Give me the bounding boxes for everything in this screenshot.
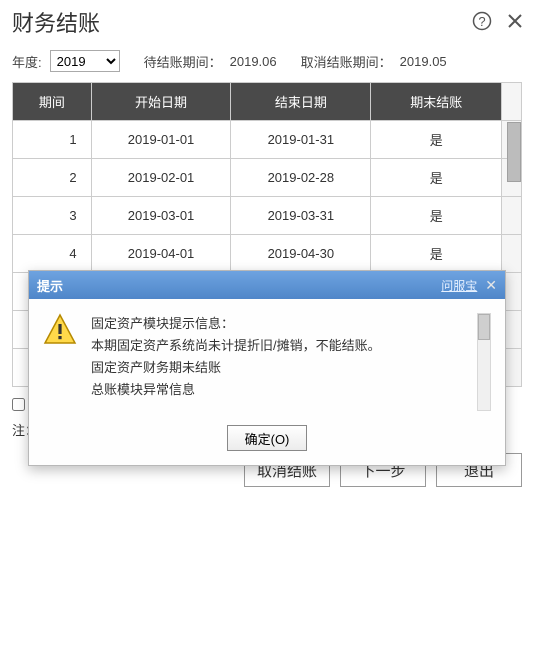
dialog-close-icon[interactable]: ✕ (485, 277, 497, 294)
cell-closed: 是 (371, 235, 502, 273)
cell-end: 2019-02-28 (231, 159, 371, 197)
pending-value: 2019.06 (230, 54, 277, 69)
table-row[interactable]: 12019-01-012019-01-31是 (13, 121, 522, 159)
dialog-scrollbar[interactable] (477, 313, 491, 411)
th-start: 开始日期 (91, 83, 231, 121)
auto-writeoff-checkbox[interactable] (12, 398, 25, 411)
cell-closed: 是 (371, 121, 502, 159)
cell-end: 2019-04-30 (231, 235, 371, 273)
dialog-title: 提示 (37, 276, 63, 295)
cell-end: 2019-01-31 (231, 121, 371, 159)
th-scrollbar (502, 83, 522, 121)
warning-icon (43, 313, 77, 347)
table-scrollbar-thumb[interactable] (507, 122, 521, 182)
window-header: 财务结账 ? (0, 0, 534, 42)
cell-start: 2019-04-01 (91, 235, 231, 273)
help-icon[interactable]: ? (472, 11, 492, 34)
th-closed: 期末结账 (371, 83, 502, 121)
prompt-dialog: 提示 问服宝 ✕ 固定资产模块提示信息： 本期固定资产系统尚未计提折旧/摊销，不… (28, 270, 506, 466)
window-title: 财务结账 (12, 6, 100, 38)
cell-end: 2019-03-31 (231, 197, 371, 235)
close-icon[interactable] (506, 12, 524, 33)
pending-label: 待结账期间： (144, 52, 222, 71)
cell-start: 2019-03-01 (91, 197, 231, 235)
params-bar: 年度: 2019 待结账期间： 2019.06 取消结账期间： 2019.05 (0, 42, 534, 82)
cell-period: 1 (13, 121, 92, 159)
year-label: 年度: (12, 52, 42, 71)
dialog-button-row: 确定(O) (29, 419, 505, 465)
cancel-period-label: 取消结账期间： (301, 52, 392, 71)
header-icons: ? (472, 11, 524, 34)
cell-closed: 是 (371, 197, 502, 235)
dialog-line: 固定资产模块提示信息： (91, 313, 451, 335)
table-row[interactable]: 22019-02-012019-02-28是 (13, 159, 522, 197)
dialog-line: 固定资产财务期未结账 (91, 357, 451, 379)
cell-start: 2019-01-01 (91, 121, 231, 159)
svg-text:?: ? (478, 14, 485, 29)
dialog-text: 固定资产模块提示信息： 本期固定资产系统尚未计提折旧/摊销，不能结账。 固定资产… (91, 313, 463, 411)
dialog-line: 本期固定资产系统尚未计提折旧/摊销，不能结账。 (91, 335, 451, 357)
dialog-line: 总账模块异常信息 (91, 379, 451, 401)
cell-period: 3 (13, 197, 92, 235)
cell-period: 4 (13, 235, 92, 273)
help-service-link[interactable]: 问服宝 (441, 277, 477, 294)
cell-scrollbar (502, 235, 522, 273)
cell-closed: 是 (371, 159, 502, 197)
th-period: 期间 (13, 83, 92, 121)
table-row[interactable]: 42019-04-012019-04-30是 (13, 235, 522, 273)
th-end: 结束日期 (231, 83, 371, 121)
cell-period: 2 (13, 159, 92, 197)
dialog-titlebar[interactable]: 提示 问服宝 ✕ (29, 271, 505, 299)
cancel-period-value: 2019.05 (400, 54, 447, 69)
table-row[interactable]: 32019-03-012019-03-31是 (13, 197, 522, 235)
dialog-scrollbar-thumb[interactable] (478, 314, 490, 340)
cell-start: 2019-02-01 (91, 159, 231, 197)
cell-scrollbar (502, 197, 522, 235)
dialog-body: 固定资产模块提示信息： 本期固定资产系统尚未计提折旧/摊销，不能结账。 固定资产… (29, 299, 505, 419)
year-select[interactable]: 2019 (50, 50, 120, 72)
ok-button[interactable]: 确定(O) (227, 425, 307, 451)
table-header-row: 期间 开始日期 结束日期 期末结账 (13, 83, 522, 121)
